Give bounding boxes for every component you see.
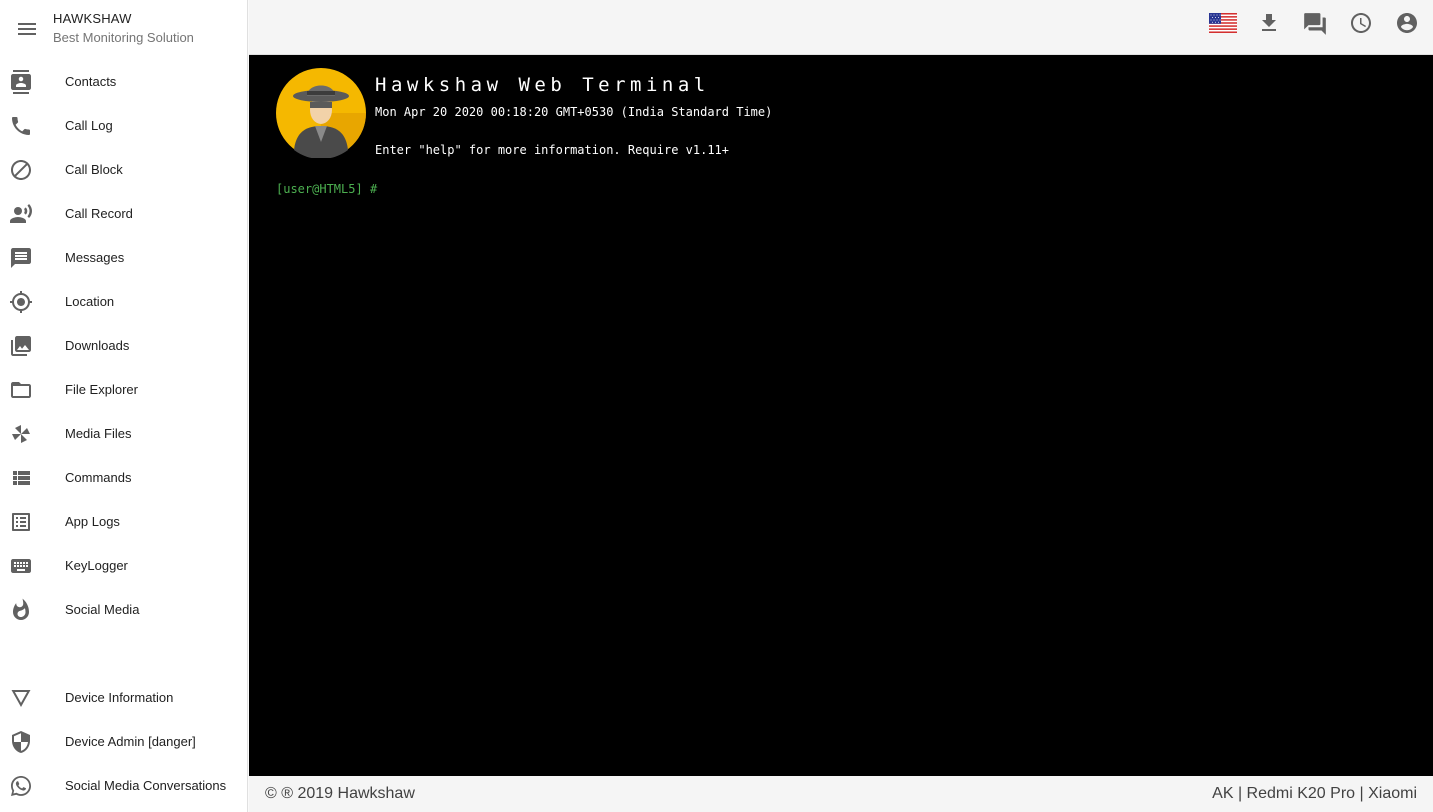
whatsapp-icon bbox=[9, 774, 33, 798]
sidebar-item-label: Social Media Conversations bbox=[65, 778, 227, 793]
folder-icon bbox=[9, 378, 33, 402]
triangle-down-icon bbox=[9, 686, 33, 710]
sidebar-item-call-record[interactable]: Call Record bbox=[0, 192, 247, 236]
shield-icon bbox=[9, 730, 33, 754]
sidebar-item-messages[interactable]: Messages bbox=[0, 236, 247, 280]
brand-title: HAWKSHAW bbox=[53, 11, 132, 26]
sidebar-item-app-logs[interactable]: App Logs bbox=[0, 500, 247, 544]
sidebar-item-label: Location bbox=[65, 294, 115, 309]
photo-library-icon bbox=[9, 334, 33, 358]
download-icon[interactable] bbox=[1257, 11, 1281, 35]
brand-subtitle: Best Monitoring Solution bbox=[53, 30, 194, 45]
sidebar-item-file-explorer[interactable]: File Explorer bbox=[0, 368, 247, 412]
sidebar-item-device-admin[interactable]: Device Admin [danger] bbox=[0, 720, 247, 764]
sidebar-item-label: Commands bbox=[65, 470, 132, 485]
sidebar-item-label: Device Admin [danger] bbox=[65, 734, 196, 749]
sidebar-item-label: Contacts bbox=[65, 74, 117, 89]
keyboard-icon bbox=[9, 554, 33, 578]
clock-icon[interactable] bbox=[1349, 11, 1373, 35]
account-circle-icon[interactable] bbox=[1395, 11, 1419, 35]
sidebar-item-keylogger[interactable]: KeyLogger bbox=[0, 544, 247, 588]
sidebar-item-label: Call Block bbox=[65, 162, 123, 177]
terminal-title: Hawkshaw Web Terminal bbox=[375, 74, 710, 96]
footer: © ® 2019 Hawkshaw AK | Redmi K20 Pro | X… bbox=[249, 776, 1433, 812]
record-voice-icon bbox=[9, 202, 33, 226]
sidebar-item-label: Downloads bbox=[65, 338, 130, 353]
footer-device-info: AK | Redmi K20 Pro | Xiaomi bbox=[1212, 785, 1417, 802]
chat-icon[interactable] bbox=[1302, 11, 1326, 35]
list-icon bbox=[9, 466, 33, 490]
footer-copyright: © ® 2019 Hawkshaw bbox=[265, 785, 415, 802]
sidebar-item-call-block[interactable]: Call Block bbox=[0, 148, 247, 192]
block-icon bbox=[9, 158, 33, 182]
sidebar-item-location[interactable]: Location bbox=[0, 280, 247, 324]
us-flag-icon[interactable] bbox=[1209, 13, 1237, 33]
sidebar-item-downloads[interactable]: Downloads bbox=[0, 324, 247, 368]
sidebar-item-label: Call Log bbox=[65, 118, 113, 133]
web-terminal[interactable]: Hawkshaw Web Terminal Mon Apr 20 2020 00… bbox=[249, 55, 1433, 776]
pinwheel-icon bbox=[9, 422, 33, 446]
sidebar-item-contacts[interactable]: Contacts bbox=[0, 60, 247, 104]
sidebar-item-label: Social Media bbox=[65, 602, 140, 617]
prompt-symbol: # bbox=[369, 182, 378, 196]
terminal-prompt[interactable]: [user@HTML5] # bbox=[276, 182, 377, 196]
phone-icon bbox=[9, 114, 33, 138]
sidebar: HAWKSHAW Best Monitoring Solution Contac… bbox=[0, 0, 248, 812]
sidebar-item-label: Call Record bbox=[65, 206, 133, 221]
message-icon bbox=[9, 246, 33, 270]
sidebar-item-label: App Logs bbox=[65, 514, 120, 529]
sidebar-item-label: Media Files bbox=[65, 426, 132, 441]
terminal-help-text: Enter "help" for more information. Requi… bbox=[375, 143, 730, 157]
sidebar-item-label: Messages bbox=[65, 250, 125, 265]
hamburger-menu-icon[interactable] bbox=[15, 17, 39, 41]
list-alt-icon bbox=[9, 510, 33, 534]
sidebar-item-device-information[interactable]: Device Information bbox=[0, 676, 247, 720]
top-app-bar bbox=[249, 0, 1433, 55]
location-crosshair-icon bbox=[9, 290, 33, 314]
brand-header: HAWKSHAW Best Monitoring Solution bbox=[0, 0, 248, 56]
sidebar-item-social-media[interactable]: Social Media bbox=[0, 588, 247, 632]
sidebar-item-label: KeyLogger bbox=[65, 558, 128, 573]
spy-avatar-icon bbox=[276, 68, 366, 159]
contacts-icon bbox=[9, 70, 33, 94]
sidebar-item-label: File Explorer bbox=[65, 382, 138, 397]
sidebar-item-commands[interactable]: Commands bbox=[0, 456, 247, 500]
prompt-user-host: [user@HTML5] bbox=[276, 182, 363, 196]
sidebar-item-social-media-conversations[interactable]: Social Media Conversations bbox=[0, 764, 247, 808]
terminal-date: Mon Apr 20 2020 00:18:20 GMT+0530 (India… bbox=[375, 105, 773, 119]
sidebar-item-media-files[interactable]: Media Files bbox=[0, 412, 247, 456]
sidebar-item-call-log[interactable]: Call Log bbox=[0, 104, 247, 148]
flame-icon bbox=[9, 598, 33, 622]
sidebar-item-label: Device Information bbox=[65, 690, 174, 705]
